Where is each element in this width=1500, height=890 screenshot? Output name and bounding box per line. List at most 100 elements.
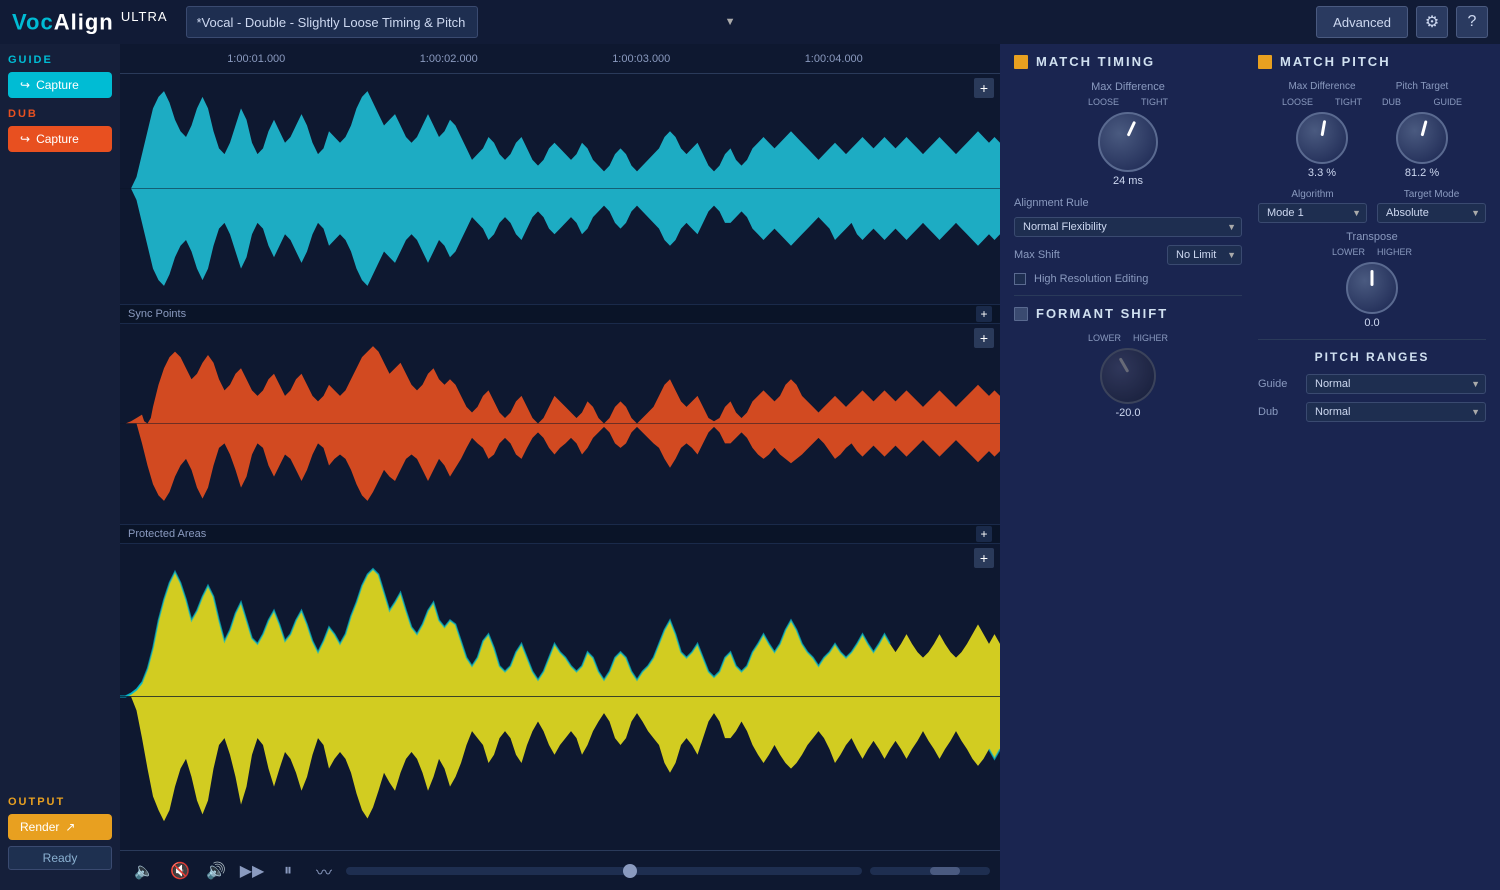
- timing-knob[interactable]: [1098, 112, 1158, 172]
- guide-waveform-svg: [120, 74, 1000, 303]
- volume-button[interactable]: 🔊: [202, 857, 230, 885]
- guide-track: +: [120, 74, 1000, 304]
- capture-guide-icon: ↪: [20, 78, 30, 92]
- capture-dub-icon: ↪: [20, 132, 30, 146]
- divider-2: [1258, 339, 1486, 340]
- algorithm-group: Algorithm Mode 1: [1258, 189, 1367, 223]
- capture-dub-button[interactable]: ↪ Capture: [8, 126, 112, 152]
- waveform-button[interactable]: 〰: [310, 857, 338, 885]
- guide-label: GUIDE: [8, 54, 112, 66]
- advanced-button[interactable]: Advanced: [1316, 6, 1408, 38]
- play-button[interactable]: ▶▶: [238, 857, 266, 885]
- match-timing-checkbox[interactable]: [1014, 55, 1028, 69]
- timeline-ruler: 1:00:01.000 1:00:02.000 1:00:03.000 1:00…: [120, 44, 1000, 74]
- zoom-thumb[interactable]: [930, 867, 960, 875]
- target-mode-label: Target Mode: [1377, 189, 1486, 200]
- preset-dropdown[interactable]: *Vocal - Double - Slightly Loose Timing …: [186, 6, 478, 38]
- timing-tight-label: TIGHT: [1141, 97, 1168, 107]
- pitch-max-diff-knob[interactable]: [1296, 112, 1348, 164]
- pitch-knobs-row: Max Difference LOOSE TIGHT 3.3 %: [1258, 81, 1486, 179]
- ruler-marks: 1:00:01.000 1:00:02.000 1:00:03.000 1:00…: [125, 44, 1000, 73]
- formant-knob-labels: LOWER HIGHER: [1088, 333, 1168, 343]
- ruler-mark-1: 1:00:01.000: [227, 53, 285, 65]
- help-button[interactable]: ?: [1456, 6, 1488, 38]
- capture-guide-button[interactable]: ↪ Capture: [8, 72, 112, 98]
- main-content: GUIDE ↪ Capture DUB ↪ Capture OUTPUT Ren…: [0, 44, 1500, 890]
- max-shift-select[interactable]: No Limit: [1167, 245, 1242, 265]
- dub-pitch-range-select[interactable]: Normal: [1306, 402, 1486, 422]
- dub-expand-button[interactable]: +: [974, 328, 994, 348]
- panel-sections: MATCH TIMING Max Difference LOOSE TIGHT: [1014, 54, 1486, 430]
- match-timing-header: MATCH TIMING: [1014, 54, 1242, 69]
- protected-areas-bar: Protected Areas +: [120, 524, 1000, 544]
- guide-pitch-range-select[interactable]: Normal: [1306, 374, 1486, 394]
- waveform-area: 1:00:01.000 1:00:02.000 1:00:03.000 1:00…: [120, 44, 1000, 890]
- transpose-label: Transpose: [1346, 231, 1398, 243]
- pause-button[interactable]: ⏸: [274, 857, 302, 885]
- render-button[interactable]: Render ↗: [8, 814, 112, 840]
- sync-points-expand[interactable]: +: [976, 306, 992, 322]
- ruler-mark-4: 1:00:04.000: [805, 53, 863, 65]
- left-sidebar: GUIDE ↪ Capture DUB ↪ Capture OUTPUT Ren…: [0, 44, 120, 890]
- zoom-bar[interactable]: [870, 867, 990, 875]
- playhead-thumb[interactable]: [623, 864, 637, 878]
- formant-knob-container: LOWER HIGHER -20.0: [1088, 333, 1168, 419]
- high-res-checkbox[interactable]: [1014, 273, 1026, 285]
- sync-points-bar: Sync Points +: [120, 304, 1000, 324]
- panel-left-column: MATCH TIMING Max Difference LOOSE TIGHT: [1014, 54, 1242, 430]
- match-timing-title: MATCH TIMING: [1036, 54, 1155, 69]
- guide-expand-button[interactable]: +: [974, 78, 994, 98]
- output-expand-button[interactable]: +: [974, 548, 994, 568]
- formant-value: -20.0: [1115, 407, 1140, 419]
- volume-low-button[interactable]: 🔈: [130, 857, 158, 885]
- top-bar-right: Advanced ⚙ ?: [1316, 6, 1488, 38]
- timing-knob-container: LOOSE TIGHT 24 ms: [1088, 97, 1168, 187]
- divider-1: [1014, 295, 1242, 296]
- pitch-target-knob[interactable]: [1396, 112, 1448, 164]
- alignment-rule-label: Alignment Rule: [1014, 197, 1089, 209]
- help-icon: ?: [1468, 13, 1477, 31]
- panel-right-column: MATCH PITCH Max Difference LOOSE TIGHT: [1258, 54, 1486, 430]
- ruler-mark-3: 1:00:03.000: [612, 53, 670, 65]
- pitch-max-diff-label: Max Difference: [1288, 81, 1355, 92]
- right-panel: MATCH TIMING Max Difference LOOSE TIGHT: [1000, 44, 1500, 890]
- transpose-knob[interactable]: [1346, 262, 1398, 314]
- dub-pitch-range-wrapper: Normal: [1306, 402, 1486, 422]
- guide-pitch-range-row: Guide Normal: [1258, 374, 1486, 394]
- formant-knob[interactable]: [1100, 348, 1156, 404]
- algorithm-wrapper: Mode 1: [1258, 203, 1367, 223]
- protected-areas-expand[interactable]: +: [976, 526, 992, 542]
- algorithm-select[interactable]: Mode 1: [1258, 203, 1367, 223]
- settings-button[interactable]: ⚙: [1416, 6, 1448, 38]
- transpose-value: 0.0: [1364, 317, 1379, 329]
- pitch-loose-label: LOOSE: [1282, 97, 1313, 107]
- output-section: OUTPUT Render ↗ Ready: [8, 796, 112, 870]
- target-mode-select[interactable]: Absolute: [1377, 203, 1486, 223]
- sync-points-label: Sync Points: [128, 308, 186, 320]
- gear-icon: ⚙: [1425, 12, 1439, 32]
- alignment-rule-wrapper: Normal Flexibility: [1014, 217, 1242, 237]
- transpose-area: Transpose LOWER HIGHER 0.0: [1258, 231, 1486, 329]
- output-label: OUTPUT: [8, 796, 112, 808]
- dub-section: DUB ↪ Capture: [8, 108, 112, 152]
- guide-pitch-range-wrapper: Normal: [1306, 374, 1486, 394]
- high-res-label: High Resolution Editing: [1034, 273, 1148, 285]
- preset-wrapper: *Vocal - Double - Slightly Loose Timing …: [186, 6, 746, 38]
- guide-section: GUIDE ↪ Capture: [8, 54, 112, 98]
- mute-icon: 🔇: [170, 861, 190, 881]
- formant-checkbox[interactable]: [1014, 307, 1028, 321]
- timing-knob-value: 24 ms: [1113, 175, 1143, 187]
- output-track: +: [120, 544, 1000, 850]
- max-shift-row: Max Shift No Limit: [1014, 245, 1242, 265]
- transport-bar: 🔈 🔇 🔊 ▶▶ ⏸ 〰: [120, 850, 1000, 890]
- match-pitch-checkbox[interactable]: [1258, 55, 1272, 69]
- pitch-diff-labels: LOOSE TIGHT: [1282, 97, 1362, 107]
- pitch-ranges-title: PITCH RANGES: [1258, 350, 1486, 364]
- mute-button[interactable]: 🔇: [166, 857, 194, 885]
- playhead-bar[interactable]: [346, 867, 862, 875]
- transpose-higher-label: HIGHER: [1377, 247, 1412, 257]
- pitch-max-diff-value: 3.3 %: [1308, 167, 1336, 179]
- alignment-rule-select[interactable]: Normal Flexibility: [1014, 217, 1242, 237]
- match-pitch-section: MATCH PITCH Max Difference LOOSE TIGHT: [1258, 54, 1486, 329]
- alignment-rule-row: Alignment Rule: [1014, 197, 1242, 209]
